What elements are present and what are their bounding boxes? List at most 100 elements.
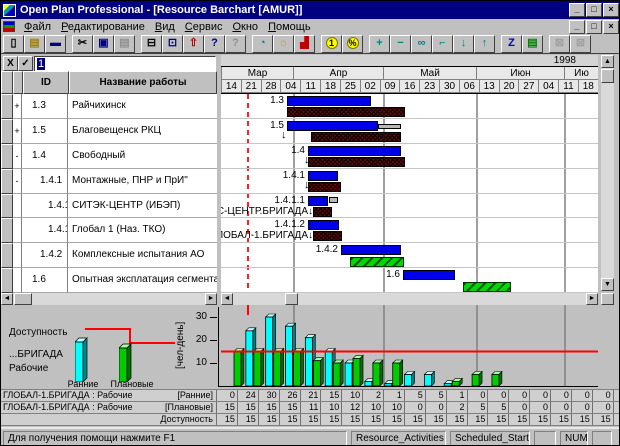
time-analysis-clock-icon[interactable]: ◔ [252,35,273,53]
activity-id-cell[interactable]: 1.4.1 [22,169,68,194]
expander-cell[interactable]: - [13,144,22,169]
gantt-bar-early[interactable] [287,121,378,131]
gantt-bar-scheduled[interactable] [463,282,511,292]
row-header[interactable] [1,194,13,219]
link-activities-icon[interactable]: ∞ [411,35,432,53]
new-icon[interactable]: ▯ [3,35,24,53]
activity-name-cell[interactable]: Опытная эксплатация сегмента [68,268,217,293]
gantt-scroll-right-icon[interactable]: ► [586,293,598,305]
child-restore-button[interactable]: □ [586,20,602,34]
demote-icon[interactable]: ↓ [453,35,474,53]
menu-item-редактирование[interactable]: Редактирование [56,21,150,33]
row-header[interactable] [1,144,13,169]
gantt-bar-early[interactable] [403,270,455,280]
percent-complete-icon[interactable]: % [342,35,363,53]
menu-item-помощь[interactable]: Помощь [263,21,316,33]
gantt-bar-scheduled[interactable] [350,257,404,267]
copy-icon[interactable]: ▣ [93,35,114,53]
child-close-button[interactable]: × [603,20,619,34]
gantt-hscrollbar[interactable] [221,293,598,305]
add-activity-icon[interactable]: + [369,35,390,53]
unlink-activities-icon[interactable]: ⌐ [432,35,453,53]
table-row[interactable]: -1.4.1Монтажные, ПНР и ПрИ" [1,169,217,194]
gantt-bar-early[interactable] [308,220,339,230]
activity-name-cell[interactable]: Райчихинск [68,94,217,119]
print-preview-icon[interactable]: ⊡ [162,35,183,53]
gantt-bar-early[interactable] [308,146,401,156]
table-row[interactable]: 1.6Опытная эксплатация сегмента [1,268,217,293]
gantt-bar-early[interactable] [308,171,338,181]
open-folder-icon[interactable]: ▤ [24,35,45,53]
save-icon[interactable]: ▬ [45,35,66,53]
row-header[interactable] [1,119,13,144]
view-table-icon[interactable]: ▤ [522,35,543,53]
table-hscrollbar[interactable] [1,293,217,305]
activity-id-cell[interactable]: 1.3 [22,94,68,119]
cell-edit-input[interactable]: 1 [34,56,216,72]
activity-name-cell[interactable]: Глобал 1 (Наз. ТКО) [68,218,217,243]
activity-id-cell[interactable]: 1.5 [22,119,68,144]
table-scroll-right-icon[interactable]: ► [205,293,217,305]
table-row[interactable]: 1.4.2Комплексные испытания АО [1,243,217,268]
child-minimize-button[interactable]: _ [569,20,585,34]
delete-activity-icon[interactable]: − [390,35,411,53]
help-icon[interactable]: ? [204,35,225,53]
activity-id-cell[interactable]: 1.4 [22,144,68,169]
histogram-icon[interactable]: ▟ [294,35,315,53]
cancel-edit-button[interactable]: X [3,56,18,71]
zoom-z-icon[interactable]: Z [501,35,522,53]
table-row[interactable]: +1.5Благовещенск РКЦ [1,119,217,144]
activity-name-cell[interactable]: Благовещенск РКЦ [68,119,217,144]
expander-cell[interactable] [13,268,22,293]
update-icon[interactable]: ⇧ [183,35,204,53]
expander-cell[interactable] [13,243,22,268]
activity-id-cell[interactable]: 1.6 [22,268,68,293]
gantt-bar-baseline[interactable] [287,107,405,117]
vertical-scroll-thumb[interactable] [601,69,614,83]
scroll-up-icon[interactable]: ▲ [601,55,614,68]
row-header[interactable] [1,169,13,194]
row-header[interactable] [1,268,13,293]
vertical-scrollbar[interactable] [601,55,614,291]
print-icon[interactable]: ⊟ [141,35,162,53]
expander-cell[interactable]: - [13,169,22,194]
activity-id-cell[interactable]: 1.4.2 [22,243,68,268]
resource-schedule-icon[interactable]: ☼ [273,35,294,53]
activity-name-cell[interactable]: Свободный [68,144,217,169]
activity-id-cell[interactable]: 1.4.1 [22,194,68,219]
id-column-header[interactable]: ID работы [23,71,69,94]
minimize-button[interactable]: _ [569,3,585,17]
activity-name-cell[interactable]: Комплексные испытания АО [68,243,217,268]
expander-cell[interactable]: + [13,94,22,119]
activity-name-cell[interactable]: Монтажные, ПНР и ПрИ" [68,169,217,194]
table-row[interactable]: +1.3Райчихинск [1,94,217,119]
name-column-header[interactable]: Название работы [69,71,217,94]
table-row[interactable]: 1.4.1Глобал 1 (Наз. ТКО) [1,218,217,243]
row-header[interactable] [1,94,13,119]
gantt-hscroll-thumb[interactable] [285,293,298,305]
gantt-bar-float[interactable] [378,124,401,129]
menu-item-окно[interactable]: Окно [227,21,263,33]
row-header[interactable] [1,243,13,268]
promote-icon[interactable]: ↑ [474,35,495,53]
expander-cell[interactable]: + [13,119,22,144]
expander-cell[interactable] [13,218,22,243]
menu-item-файл[interactable]: Файл [19,21,56,33]
close-button[interactable]: × [603,3,619,17]
table-row[interactable]: -1.4Свободный [1,144,217,169]
gantt-bar-float[interactable] [329,197,338,203]
gantt-bar-baseline[interactable] [308,157,405,167]
table-scroll-left-icon[interactable]: ◄ [1,293,13,305]
gantt-bar-early[interactable] [308,196,328,206]
activity-id-cell[interactable]: 1.4.1 [22,218,68,243]
gantt-bar-early[interactable] [341,245,401,255]
scroll-down-icon[interactable]: ▼ [601,278,614,291]
menu-item-сервис[interactable]: Сервис [180,21,228,33]
gantt-bar-baseline[interactable] [313,207,332,217]
restore-button[interactable]: □ [586,3,602,17]
gantt-bar-early[interactable] [287,96,371,106]
menu-item-вид[interactable]: Вид [150,21,180,33]
activity-name-cell[interactable]: СИТЭК-ЦЕНТР (ИБЭП) [68,194,217,219]
gantt-bar-baseline[interactable] [308,182,341,192]
cut-icon[interactable]: ✂ [72,35,93,53]
